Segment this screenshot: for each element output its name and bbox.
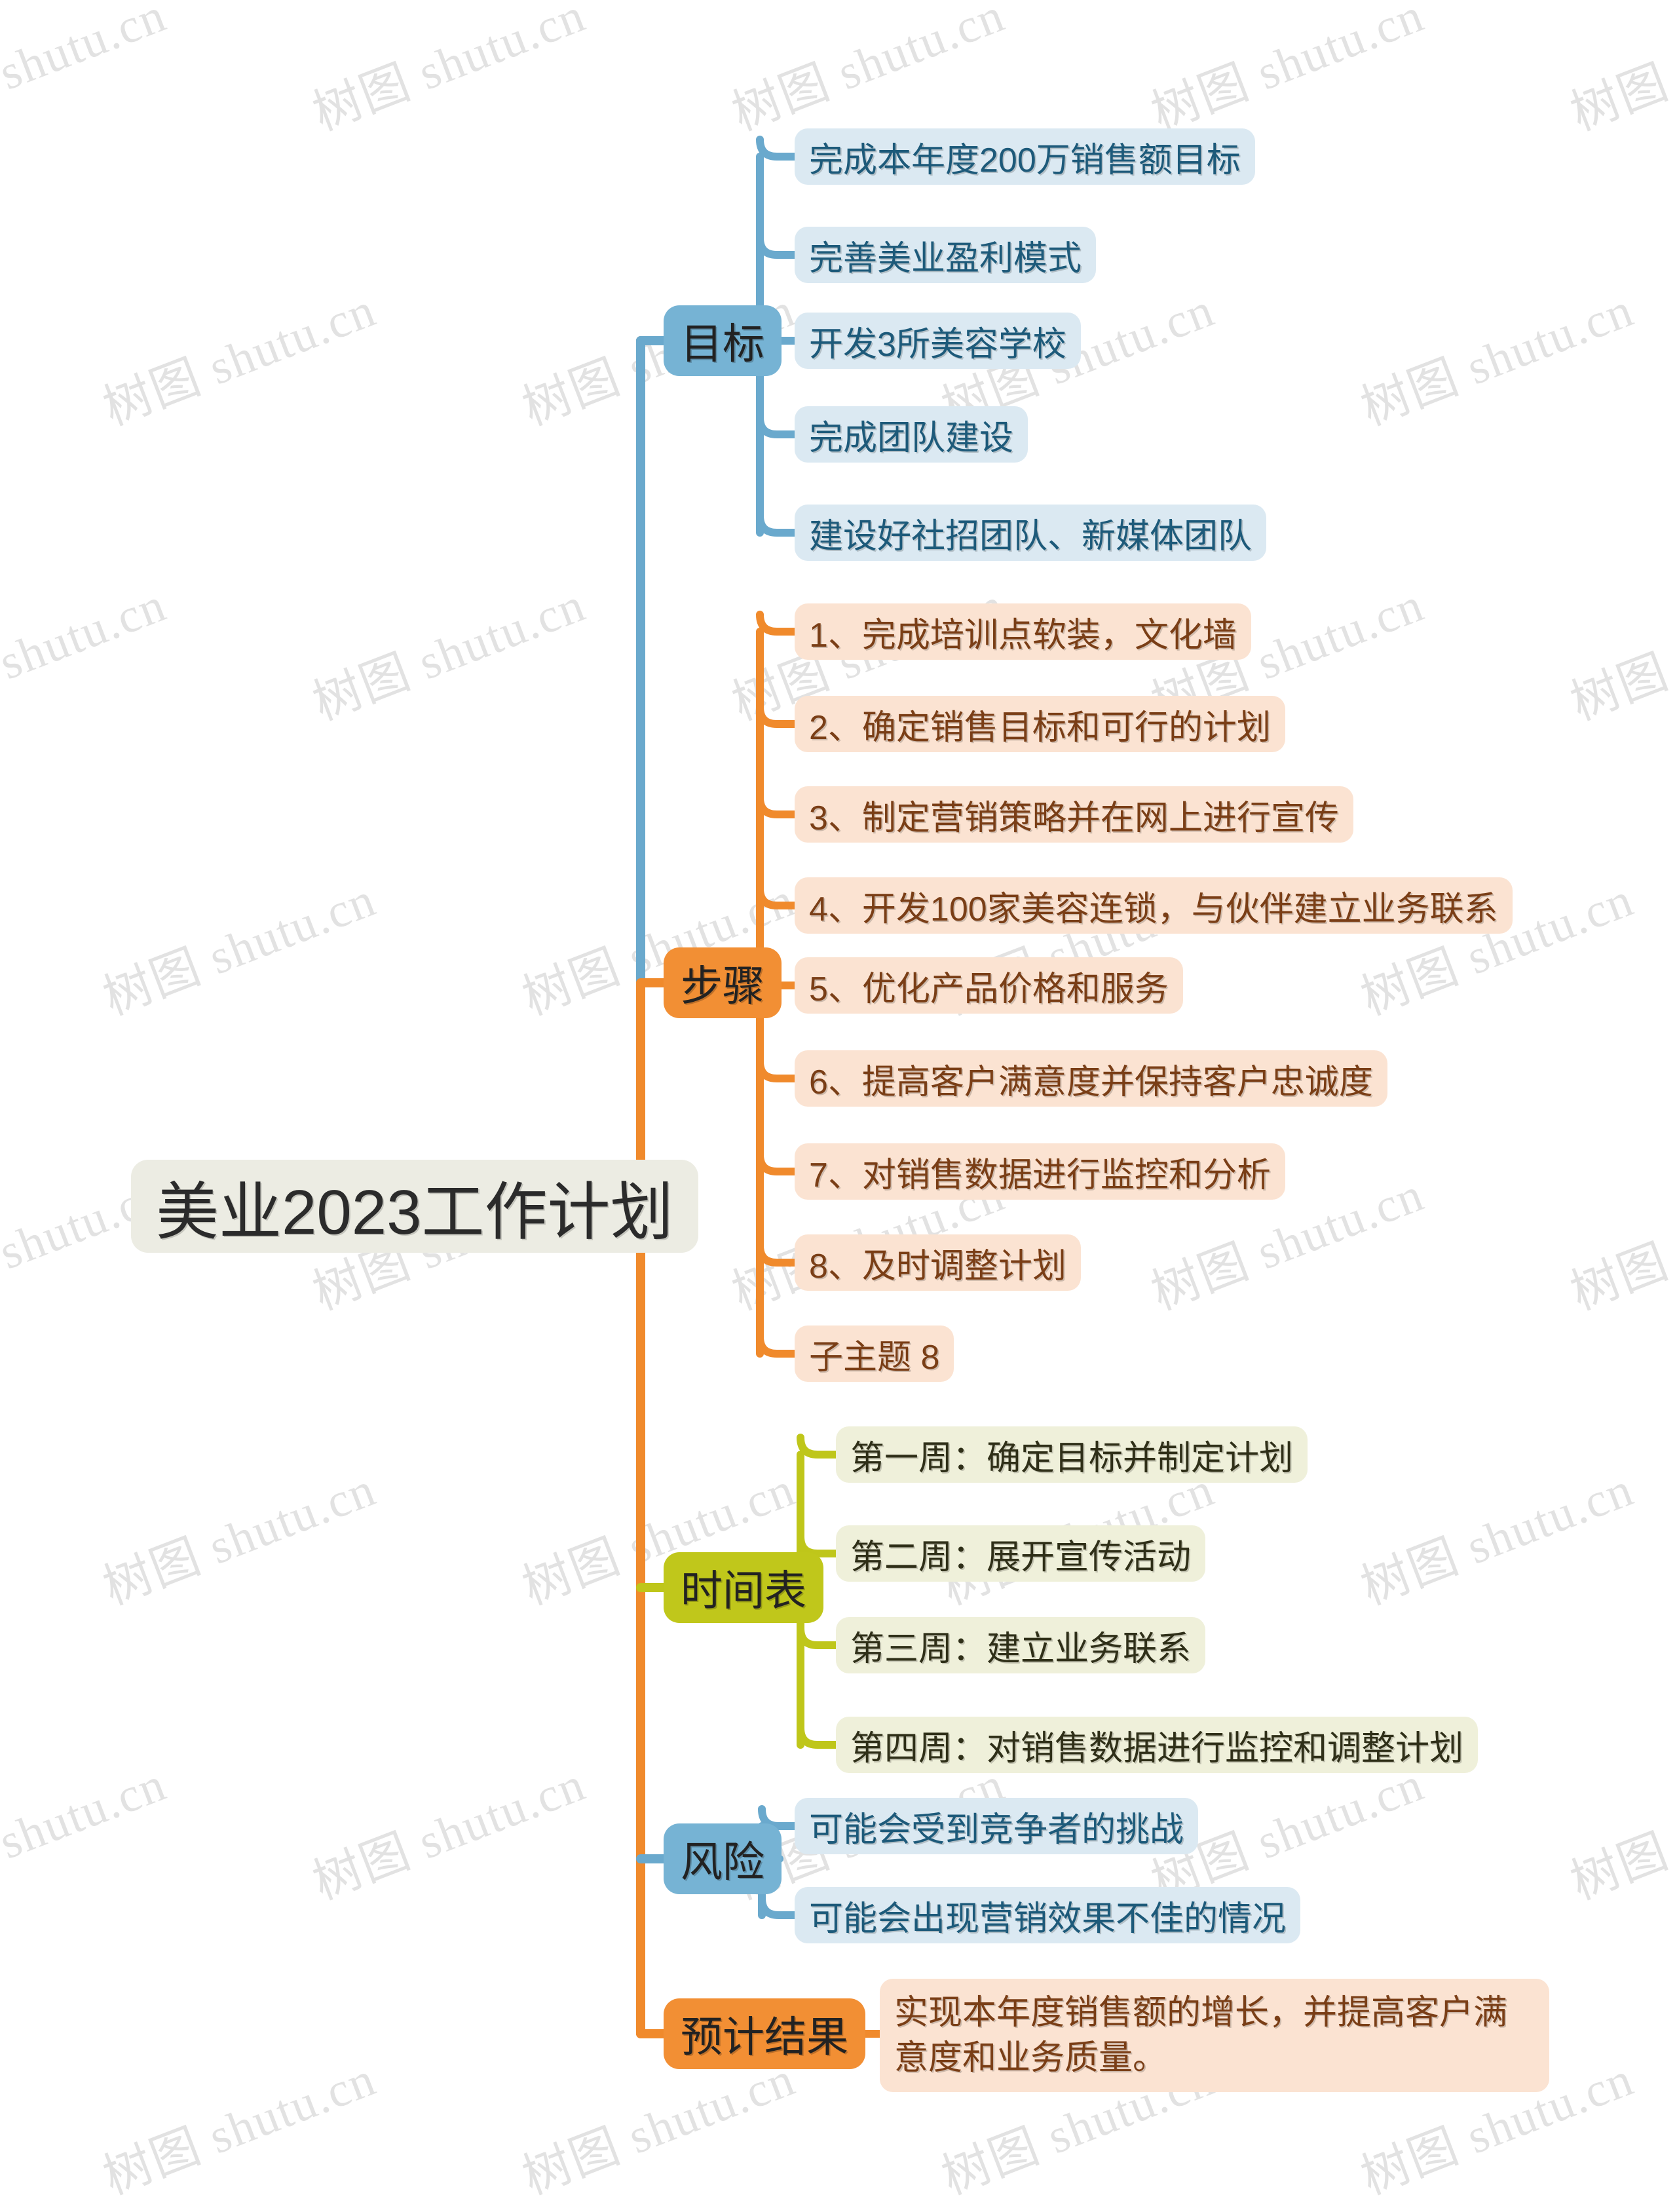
leaf-label: 建设好社招团队、新媒体团队 [809, 517, 1253, 556]
branch-node-expected-results[interactable]: 预计结果 [664, 1998, 865, 2069]
leaf-node[interactable]: 第二周：展开宣传活动 [836, 1525, 1206, 1582]
leaf-node[interactable]: 2、确定销售目标和可行的计划 [795, 696, 1285, 752]
branch-node-goals[interactable]: 目标 [664, 305, 782, 376]
leaf-label: 子主题 8 [809, 1338, 940, 1377]
branch-label: 时间表 [681, 1567, 806, 1614]
leaf-label: 完成本年度200万销售额目标 [809, 141, 1241, 180]
leaf-node[interactable]: 子主题 8 [795, 1325, 954, 1382]
leaf-label: 可能会受到竞争者的挑战 [809, 1810, 1184, 1849]
leaf-node[interactable]: 实现本年度销售额的增长，并提高客户满意度和业务质量。 [880, 1979, 1549, 2093]
leaf-label: 完成团队建设 [809, 419, 1014, 457]
leaf-label: 开发3所美容学校 [809, 325, 1066, 364]
branch-node-schedule[interactable]: 时间表 [664, 1552, 823, 1623]
leaf-node[interactable]: 开发3所美容学校 [795, 313, 1081, 369]
leaf-label: 1、完成培训点软装，文化墙 [809, 616, 1237, 655]
leaf-node[interactable]: 完成本年度200万销售额目标 [795, 128, 1255, 185]
leaf-label: 第三周：建立业务联系 [850, 1630, 1192, 1668]
branch-label: 预计结果 [681, 2013, 848, 2061]
branch-label: 步骤 [681, 963, 764, 1010]
root-label: 美业2023工作计划 [156, 1177, 673, 1248]
leaf-node[interactable]: 第一周：确定目标并制定计划 [836, 1426, 1308, 1483]
leaf-node[interactable]: 8、及时调整计划 [795, 1234, 1081, 1291]
leaf-label: 可能会出现营销效果不佳的情况 [809, 1899, 1287, 1938]
branch-node-risks[interactable]: 风险 [664, 1823, 782, 1894]
leaf-label: 第二周：展开宣传活动 [850, 1538, 1192, 1576]
leaf-node[interactable]: 3、制定营销策略并在网上进行宣传 [795, 786, 1353, 843]
leaf-node[interactable]: 完成团队建设 [795, 406, 1028, 463]
branch-label: 目标 [681, 320, 764, 368]
leaf-label: 8、及时调整计划 [809, 1247, 1066, 1286]
leaf-label: 2、确定销售目标和可行的计划 [809, 708, 1271, 747]
leaf-node[interactable]: 建设好社招团队、新媒体团队 [795, 505, 1267, 561]
leaf-label: 第一周：确定目标并制定计划 [850, 1439, 1294, 1478]
leaf-node[interactable]: 6、提高客户满意度并保持客户忠诚度 [795, 1050, 1387, 1107]
leaf-node[interactable]: 可能会出现营销效果不佳的情况 [795, 1887, 1301, 1943]
leaf-node[interactable]: 第三周：建立业务联系 [836, 1617, 1206, 1673]
leaf-label: 4、开发100家美容连锁，与伙伴建立业务联系 [809, 890, 1498, 928]
root-node[interactable]: 美业2023工作计划 [131, 1160, 698, 1253]
mindmap-canvas: 美业2023工作计划 目标 完成本年度200万销售额目标 完善美业盈利模式 开发… [0, 0, 1677, 2212]
branch-label: 风险 [681, 1839, 764, 1886]
leaf-node[interactable]: 第四周：对销售数据进行监控和调整计划 [836, 1717, 1479, 1773]
leaf-node[interactable]: 完善美业盈利模式 [795, 227, 1097, 283]
leaf-label: 完善美业盈利模式 [809, 239, 1082, 278]
branch-node-steps[interactable]: 步骤 [664, 947, 782, 1018]
leaf-node[interactable]: 可能会受到竞争者的挑战 [795, 1798, 1199, 1854]
leaf-node[interactable]: 1、完成培训点软装，文化墙 [795, 603, 1251, 660]
leaf-label: 3、制定营销策略并在网上进行宣传 [809, 799, 1339, 837]
leaf-label: 5、优化产品价格和服务 [809, 970, 1169, 1008]
leaf-label: 第四周：对销售数据进行监控和调整计划 [850, 1729, 1464, 1768]
leaf-label: 7、对销售数据进行监控和分析 [809, 1156, 1271, 1194]
leaf-node[interactable]: 5、优化产品价格和服务 [795, 957, 1183, 1014]
leaf-label: 实现本年度销售额的增长，并提高客户满意度和业务质量。 [894, 1994, 1508, 2077]
leaf-label: 6、提高客户满意度并保持客户忠诚度 [809, 1063, 1373, 1101]
leaf-node[interactable]: 4、开发100家美容连锁，与伙伴建立业务联系 [795, 877, 1513, 934]
leaf-node[interactable]: 7、对销售数据进行监控和分析 [795, 1143, 1285, 1200]
